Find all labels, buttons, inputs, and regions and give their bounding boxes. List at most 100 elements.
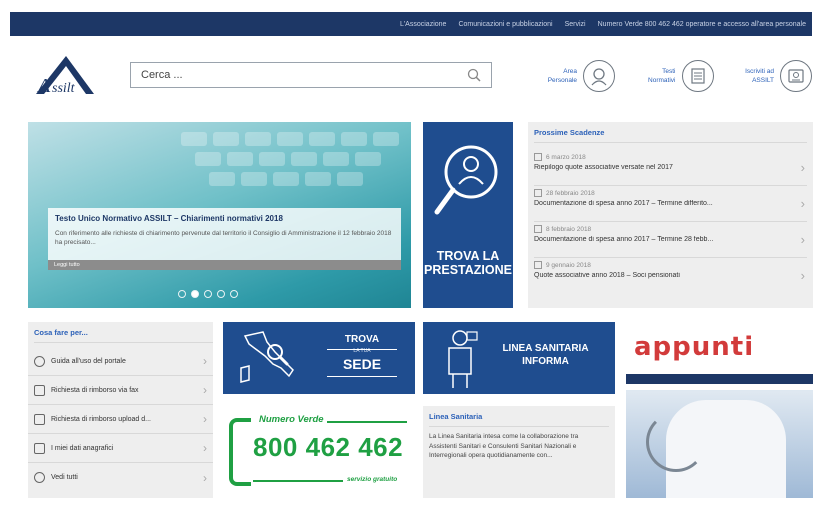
search-box[interactable]: Cerca ... [130, 62, 492, 88]
calendar-icon [534, 189, 542, 197]
chevron-right-icon[interactable]: › [203, 383, 207, 397]
divider [327, 349, 397, 350]
user-icon[interactable] [583, 60, 615, 92]
iscriviti-link[interactable]: Iscriviti ad ASSILT [732, 54, 812, 98]
monitor-icon [34, 442, 45, 454]
divider [327, 376, 397, 377]
chevron-right-icon[interactable]: › [801, 232, 805, 247]
chevron-right-icon[interactable]: › [203, 412, 207, 426]
chevron-right-icon[interactable]: › [801, 196, 805, 211]
linea-box-title[interactable]: Linea Sanitaria [429, 412, 609, 427]
cosa-fare-label[interactable]: Richiesta di rimborso upload d... [51, 416, 151, 423]
appunti-logo: appunti [634, 332, 755, 362]
chevron-right-icon[interactable]: › [801, 268, 805, 283]
hero-title[interactable]: Testo Unico Normativo ASSILT – Chiarimen… [55, 214, 394, 223]
news-item[interactable]: 9 gennaio 2018 Quote associative anno 20… [534, 258, 807, 294]
calendar-icon [534, 225, 542, 233]
svg-text:ssilt: ssilt [52, 81, 76, 96]
hero-slider[interactable]: Testo Unico Normativo ASSILT – Chiarimen… [28, 122, 411, 308]
news-text[interactable]: Riepilogo quote associative versate nel … [534, 164, 796, 171]
stethoscope-image [646, 412, 706, 472]
plus-circle-icon [34, 472, 45, 483]
upload-icon [34, 413, 45, 425]
search-input[interactable]: Cerca ... [141, 69, 467, 81]
cosa-fare-item-guida[interactable]: Guida all'uso del portale › [28, 347, 213, 376]
hero-description: Con riferimento alle richieste di chiari… [55, 230, 392, 246]
news-item[interactable]: 6 marzo 2018 Riepilogo quote associative… [534, 150, 807, 186]
area-personale-label: Area Personale [547, 68, 577, 84]
area-personale-link[interactable]: Area Personale [535, 54, 615, 98]
cosa-fare-item-fax[interactable]: Richiesta di rimborso via fax › [28, 376, 213, 405]
news-date: 9 gennaio 2018 [546, 261, 591, 269]
cosa-fare-item-anagrafici[interactable]: I miei dati anagrafici › [28, 434, 213, 463]
magazine-bar [626, 374, 813, 384]
cosa-fare-item-vedi-tutti[interactable]: Vedi tutti › [28, 463, 213, 492]
assilt-logo[interactable]: A ssilt [32, 52, 98, 98]
linea-line1: LINEA SANITARIA [502, 343, 589, 354]
slider-dot-active[interactable] [191, 290, 199, 298]
numero-verde-banner[interactable]: Numero Verde 800 462 462 servizio gratui… [223, 406, 415, 498]
nav-link-associazione[interactable]: L'Associazione [400, 21, 446, 28]
linea-box-description: La Linea Sanitaria intesa come la collab… [429, 433, 579, 459]
news-date: 28 febbraio 2018 [546, 189, 595, 197]
chevron-right-icon[interactable]: › [203, 354, 207, 368]
appunti-magazine-banner[interactable]: appunti [626, 322, 813, 498]
sede-line1: TROVA [344, 334, 380, 345]
trova-sede-banner[interactable]: TROVA LA TUA SEDE [223, 322, 415, 394]
phone-bracket-icon [229, 418, 251, 486]
hero-read-more[interactable]: Leggi tutto [48, 260, 401, 270]
trova-line1: TROVA LA [436, 249, 500, 263]
linea-sanitaria-banner[interactable]: LINEA SANITARIA INFORMA [423, 322, 615, 394]
news-item[interactable]: 28 febbraio 2018 Documentazione di spesa… [534, 186, 807, 222]
italy-map-icon [240, 331, 294, 383]
numero-verde-number[interactable]: 800 462 462 [253, 432, 403, 463]
site-header: A ssilt Cerca ... Area Personale Testi N… [10, 40, 812, 110]
chevron-right-icon[interactable]: › [203, 441, 207, 455]
search-icon[interactable] [467, 68, 481, 82]
cosa-fare-label[interactable]: Richiesta di rimborso via fax [51, 387, 139, 394]
document-icon[interactable] [681, 60, 714, 92]
news-text[interactable]: Documentazione di spesa anno 2017 – Term… [534, 236, 796, 243]
testi-normativi-label: Testi Normativi [648, 68, 676, 84]
news-text[interactable]: Documentazione di spesa anno 2017 – Term… [534, 200, 796, 207]
calendar-icon [534, 261, 542, 269]
numero-verde-sub: servizio gratuito [347, 476, 398, 483]
news-date: 6 marzo 2018 [546, 153, 586, 161]
slider-dots [178, 290, 238, 298]
slider-dot[interactable] [178, 290, 186, 298]
linea-sanitaria-title: LINEA SANITARIA INFORMA [483, 342, 608, 368]
news-title[interactable]: Prossime Scadenze [534, 128, 807, 143]
slider-dot[interactable] [230, 290, 238, 298]
nav-link-comunicazioni[interactable]: Comunicazioni e pubblicazioni [458, 21, 552, 28]
fax-icon [34, 384, 45, 396]
testi-normativi-link[interactable]: Testi Normativi [634, 54, 714, 98]
news-item[interactable]: 8 febbraio 2018 Documentazione di spesa … [534, 222, 807, 258]
cosa-fare-item-upload[interactable]: Richiesta di rimborso upload d... › [28, 405, 213, 434]
cosa-fare-label[interactable]: Vedi tutti [51, 474, 78, 481]
nav-link-numero-verde[interactable]: Numero Verde 800 462 462 operatore e acc… [598, 21, 806, 28]
chevron-right-icon[interactable]: › [203, 471, 207, 485]
register-icon[interactable] [780, 60, 812, 92]
nav-link-servizi[interactable]: Servizi [565, 21, 586, 28]
hero-caption[interactable]: Testo Unico Normativo ASSILT – Chiarimen… [48, 208, 401, 270]
news-date: 8 febbraio 2018 [546, 225, 592, 233]
top-navigation-bar: L'Associazione Comunicazioni e pubblicaz… [10, 12, 812, 36]
prossime-scadenze-panel: Prossime Scadenze 6 marzo 2018 Riepilogo… [528, 122, 813, 308]
cosa-fare-title: Cosa fare per... [34, 328, 213, 343]
trova-prestazione-title: TROVA LA [423, 250, 513, 263]
iscriviti-label: Iscriviti ad ASSILT [745, 68, 774, 84]
chevron-right-icon[interactable]: › [801, 160, 805, 175]
sede-line3: SEDE [342, 356, 382, 372]
slider-dot[interactable] [204, 290, 212, 298]
cosa-fare-label[interactable]: I miei dati anagrafici [51, 445, 113, 452]
user-icon [34, 355, 45, 367]
cosa-fare-label[interactable]: Guida all'uso del portale [51, 358, 126, 365]
news-text[interactable]: Quote associative anno 2018 – Soci pensi… [534, 272, 796, 279]
trova-prestazione-banner[interactable]: TROVA LA PRESTAZIONE [423, 122, 513, 308]
slider-dot[interactable] [217, 290, 225, 298]
linea-sanitaria-panel: Linea Sanitaria La Linea Sanitaria intes… [423, 406, 615, 498]
search-person-icon [434, 145, 498, 215]
linea-line2: INFORMA [522, 356, 569, 367]
trova-line2: PRESTAZIONE [424, 263, 512, 277]
doctor-icon [448, 330, 478, 388]
